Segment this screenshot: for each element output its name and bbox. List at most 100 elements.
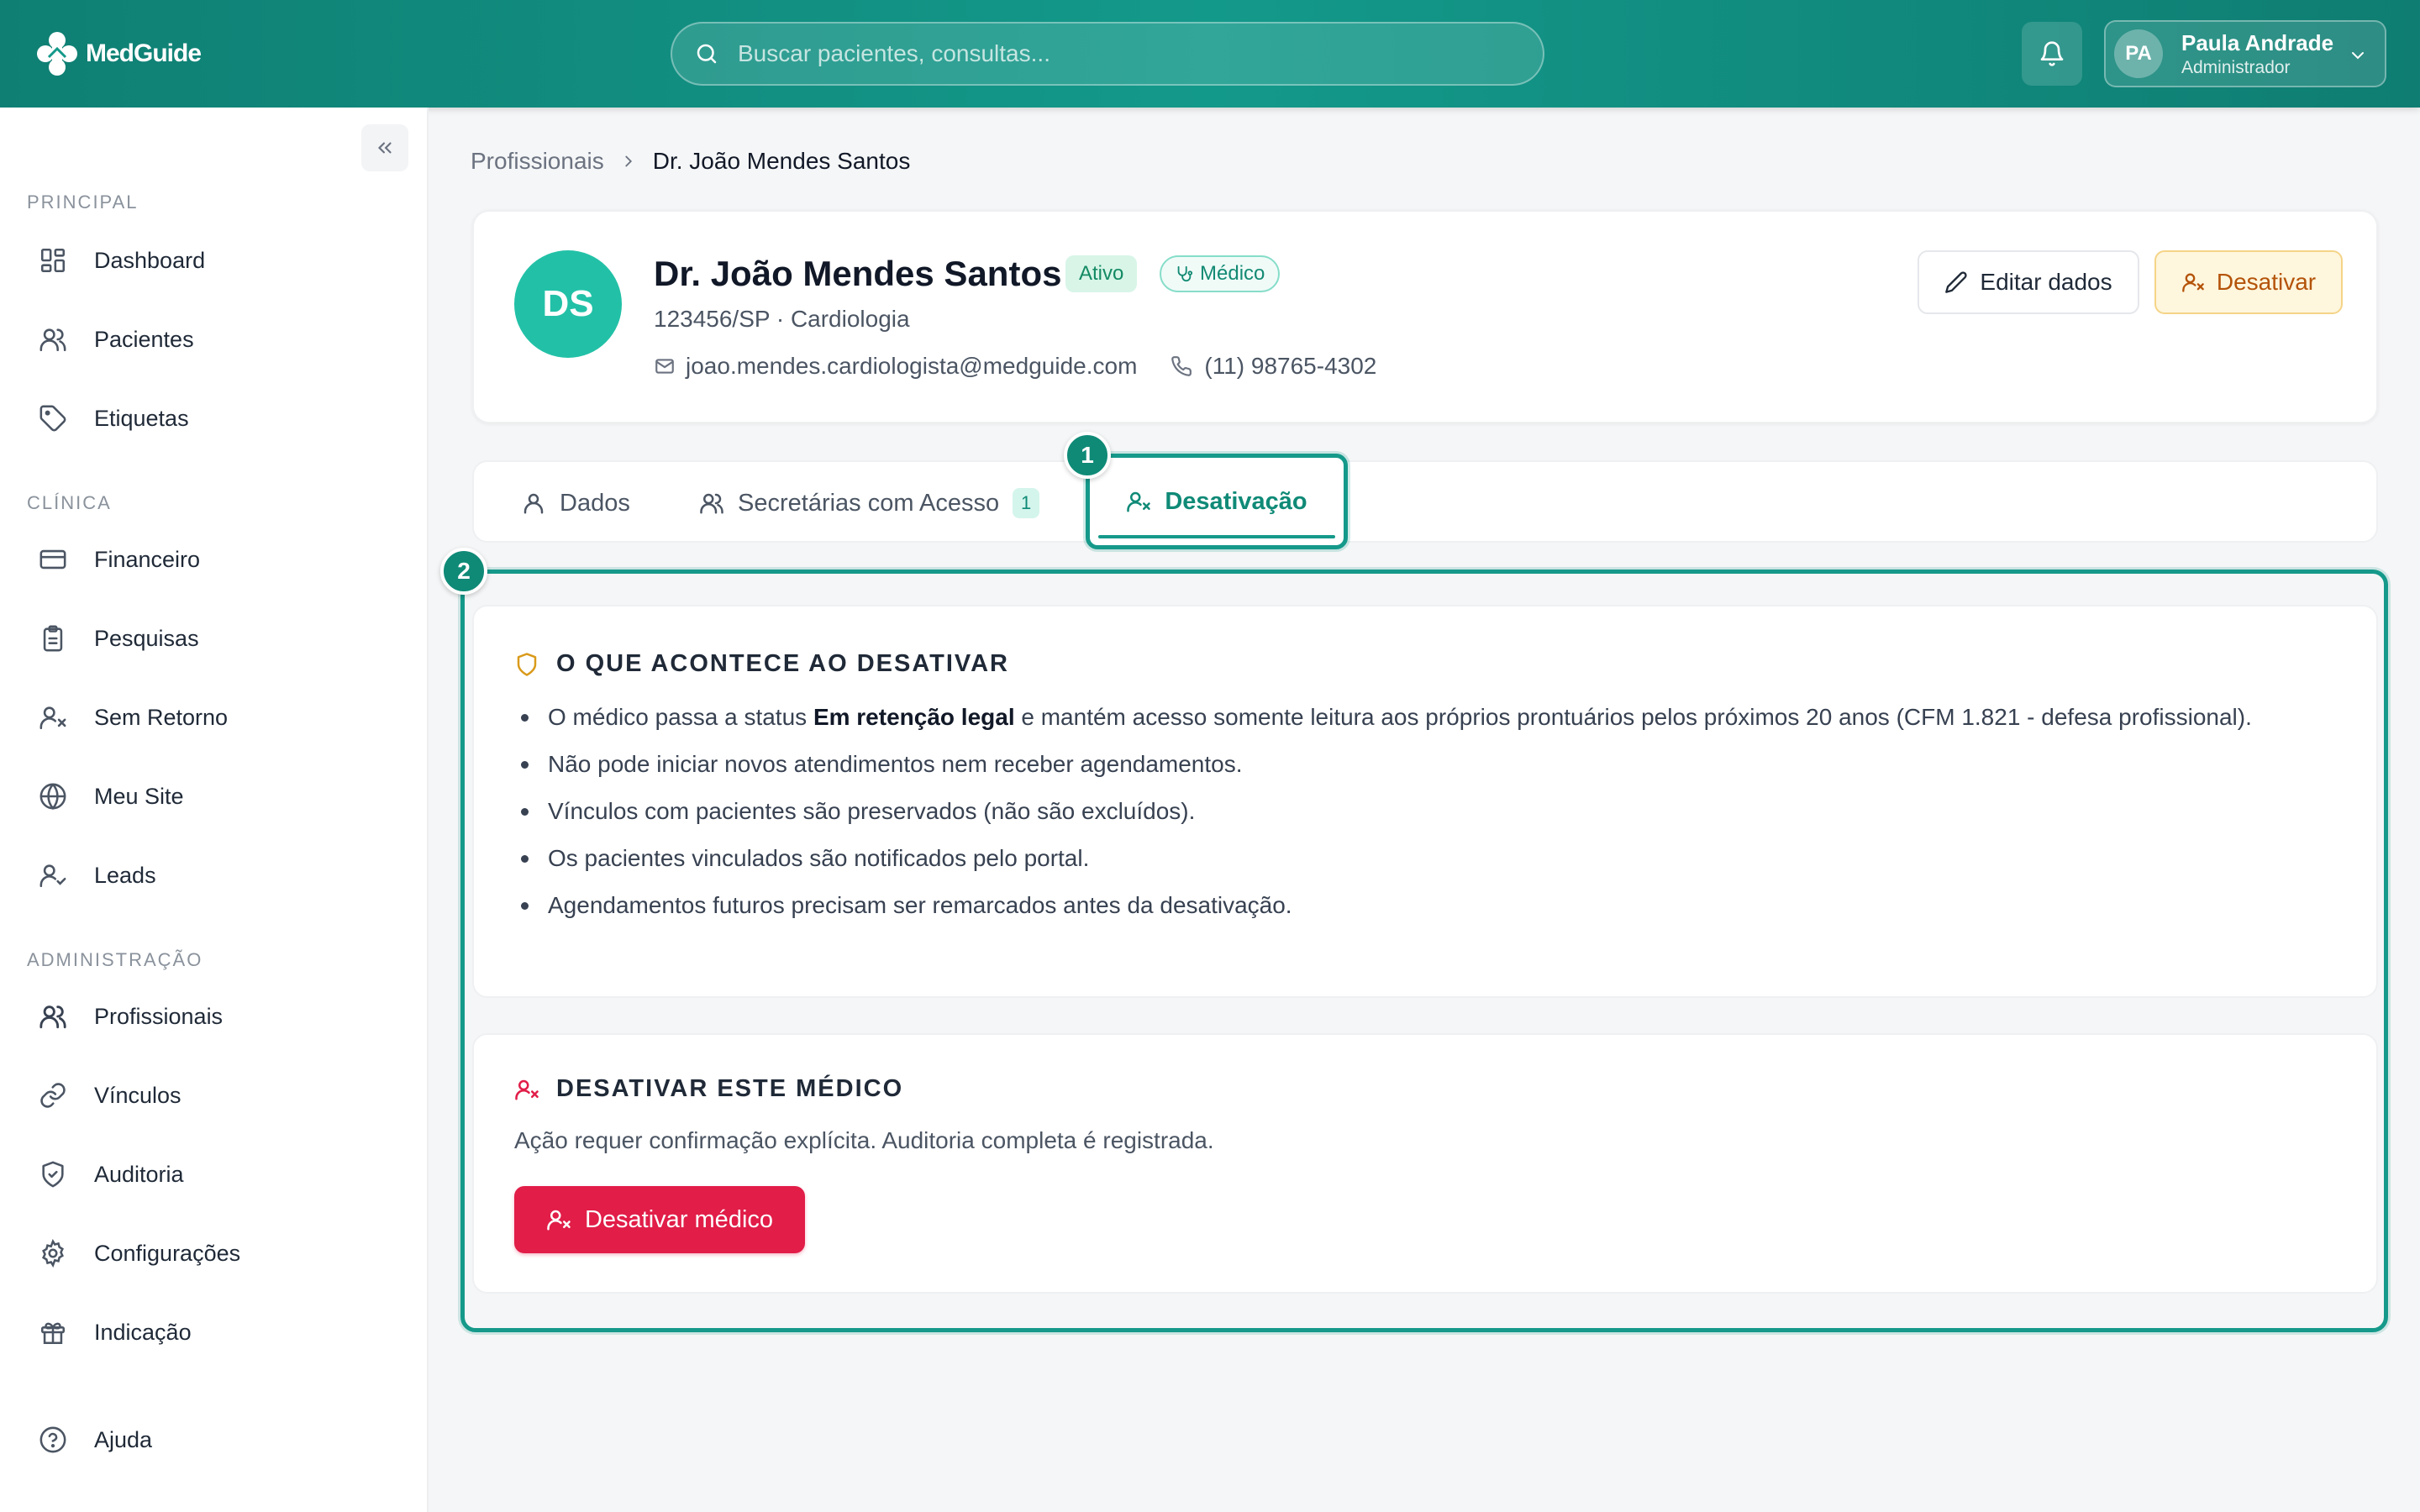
users-icon: [39, 328, 66, 352]
users-icon: [700, 493, 723, 514]
user-x-icon: [39, 706, 66, 730]
notifications-button[interactable]: [2022, 22, 2082, 86]
sidebar-item-label: Ajuda: [94, 1426, 153, 1452]
sidebar-item-label: Pacientes: [94, 326, 194, 352]
user-avatar: PA: [2114, 29, 2163, 78]
chevrons-left-icon: [377, 142, 392, 154]
medguide-logo-icon: [37, 32, 77, 76]
clipboard-icon: [43, 625, 63, 652]
sidebar-item-vinculos[interactable]: Vínculos: [25, 1065, 403, 1126]
sidebar-item-label: Configurações: [94, 1240, 241, 1266]
search-bar[interactable]: [671, 22, 1544, 86]
doctor-email[interactable]: joao.mendes.cardiologista@medguide.com: [686, 353, 1137, 380]
user-x-icon: [2182, 273, 2204, 292]
sidebar-item-financeiro[interactable]: Financeiro: [25, 529, 403, 590]
sidebar-item-label: Pesquisas: [94, 625, 199, 651]
link-icon: [40, 1083, 66, 1108]
search-icon: [697, 44, 717, 64]
tab-label: Desativação: [1165, 487, 1307, 515]
shield-check-icon: [42, 1161, 64, 1188]
collapse-sidebar-button[interactable]: [361, 124, 408, 171]
credit-card-icon: [39, 549, 66, 570]
sidebar-item-label: Sem Retorno: [94, 704, 229, 730]
sidebar-item-etiquetas[interactable]: Etiquetas: [25, 388, 403, 449]
status-badge: Ativo: [1065, 255, 1138, 292]
sidebar-item-meu-site[interactable]: Meu Site: [25, 766, 403, 827]
search-input[interactable]: [738, 40, 1494, 67]
breadcrumb-link-profissionais[interactable]: Profissionais: [471, 148, 604, 175]
user-role: Administrador: [2181, 57, 2291, 77]
top-bar: MedGuide PA Paula Andrade Administrador: [0, 0, 2420, 108]
sidebar-item-label: Meu Site: [94, 783, 184, 809]
sidebar: PRINCIPAL Dashboard Pacientes Etiquetas …: [0, 108, 429, 1512]
sidebar-item-pesquisas[interactable]: Pesquisas: [25, 608, 403, 669]
stethoscope-icon: [1177, 265, 1193, 282]
tag-icon: [39, 405, 66, 432]
user-info: Paula Andrade Administrador: [2181, 30, 2333, 78]
gift-icon: [40, 1322, 66, 1345]
tab-secretarias[interactable]: Secretárias com Acesso 1: [699, 462, 1040, 544]
app-logo[interactable]: MedGuide: [32, 27, 202, 81]
sidebar-item-configuracoes[interactable]: Configurações: [25, 1223, 403, 1284]
bell-icon: [2040, 41, 2064, 66]
annotation-marker-2: 2: [440, 548, 487, 595]
chevron-down-icon: [2352, 52, 2364, 60]
edit-data-button[interactable]: Editar dados: [1918, 250, 2139, 314]
role-badge-label: Médico: [1200, 262, 1265, 285]
sidebar-item-label: Etiquetas: [94, 405, 189, 431]
tab-desativacao[interactable]: Desativação: [1086, 454, 1348, 549]
sidebar-item-label: Dashboard: [94, 247, 206, 273]
role-badge: Médico: [1160, 255, 1281, 292]
tab-label: Dados: [560, 489, 630, 517]
pencil-icon: [1945, 271, 1967, 293]
users-icon: [39, 1005, 66, 1029]
sidebar-item-sem-retorno[interactable]: Sem Retorno: [25, 687, 403, 748]
sidebar-item-label: Indicação: [94, 1319, 192, 1345]
sidebar-item-indicacao[interactable]: Indicação: [25, 1302, 403, 1362]
chevron-right-icon: [625, 155, 632, 167]
help-circle-icon: [39, 1426, 66, 1453]
user-icon: [523, 493, 544, 514]
doctor-registration: 123456/SP · Cardiologia: [654, 306, 910, 332]
sidebar-item-label: Leads: [94, 862, 156, 888]
breadcrumb-current: Dr. João Mendes Santos: [652, 148, 911, 174]
sidebar-section-administracao: ADMINISTRAÇÃO: [27, 949, 203, 970]
sidebar-section-principal: PRINCIPAL: [27, 192, 139, 213]
user-name: Paula Andrade: [2181, 29, 2334, 55]
sidebar-item-label: Vínculos: [94, 1082, 182, 1108]
edit-data-label: Editar dados: [1980, 269, 2112, 295]
gear-icon: [42, 1239, 64, 1268]
sidebar-item-ajuda[interactable]: Ajuda: [25, 1410, 403, 1470]
doctor-phone[interactable]: (11) 98765-4302: [1204, 353, 1376, 380]
sidebar-section-clinica: CLÍNICA: [27, 492, 112, 513]
tab-dados[interactable]: Dados: [521, 462, 630, 544]
tab-bar: Dados Secretárias com Acesso 1: [472, 460, 2378, 543]
highlight-region: [460, 570, 2388, 1332]
sidebar-item-label: Financeiro: [94, 546, 201, 572]
annotation-marker-1: 1: [1064, 432, 1111, 479]
doctor-name: Dr. João Mendes Santos: [654, 254, 1062, 293]
user-x-icon: [1127, 491, 1151, 512]
doctor-contact: joao.mendes.cardiologista@medguide.com (…: [654, 353, 1376, 380]
doctor-avatar: DS: [514, 250, 622, 358]
user-check-icon: [39, 864, 66, 888]
deactivate-label: Desativar: [2216, 269, 2317, 295]
sidebar-item-profissionais[interactable]: Profissionais: [25, 986, 403, 1047]
sidebar-item-label: Profissionais: [94, 1003, 224, 1029]
sidebar-item-dashboard[interactable]: Dashboard: [25, 230, 403, 291]
sidebar-item-leads[interactable]: Leads: [25, 845, 403, 906]
phone-icon: [1171, 356, 1192, 376]
breadcrumb: Profissionais Dr. João Mendes Santos: [471, 148, 910, 175]
sidebar-item-pacientes[interactable]: Pacientes: [25, 309, 403, 370]
mail-icon: [655, 359, 674, 374]
tab-label: Secretárias com Acesso: [738, 489, 1000, 517]
profile-card: DS Dr. João Mendes Santos Ativo Médico 1…: [472, 210, 2378, 423]
deactivate-button[interactable]: Desativar: [2154, 250, 2343, 314]
user-menu-button[interactable]: PA Paula Andrade Administrador: [2104, 20, 2386, 87]
sidebar-item-label: Auditoria: [94, 1161, 184, 1187]
sidebar-item-auditoria[interactable]: Auditoria: [25, 1144, 403, 1205]
tab-count-badge: 1: [1013, 488, 1040, 518]
globe-icon: [39, 783, 66, 811]
logo-text: MedGuide: [86, 39, 202, 67]
dashboard-icon: [40, 248, 66, 273]
